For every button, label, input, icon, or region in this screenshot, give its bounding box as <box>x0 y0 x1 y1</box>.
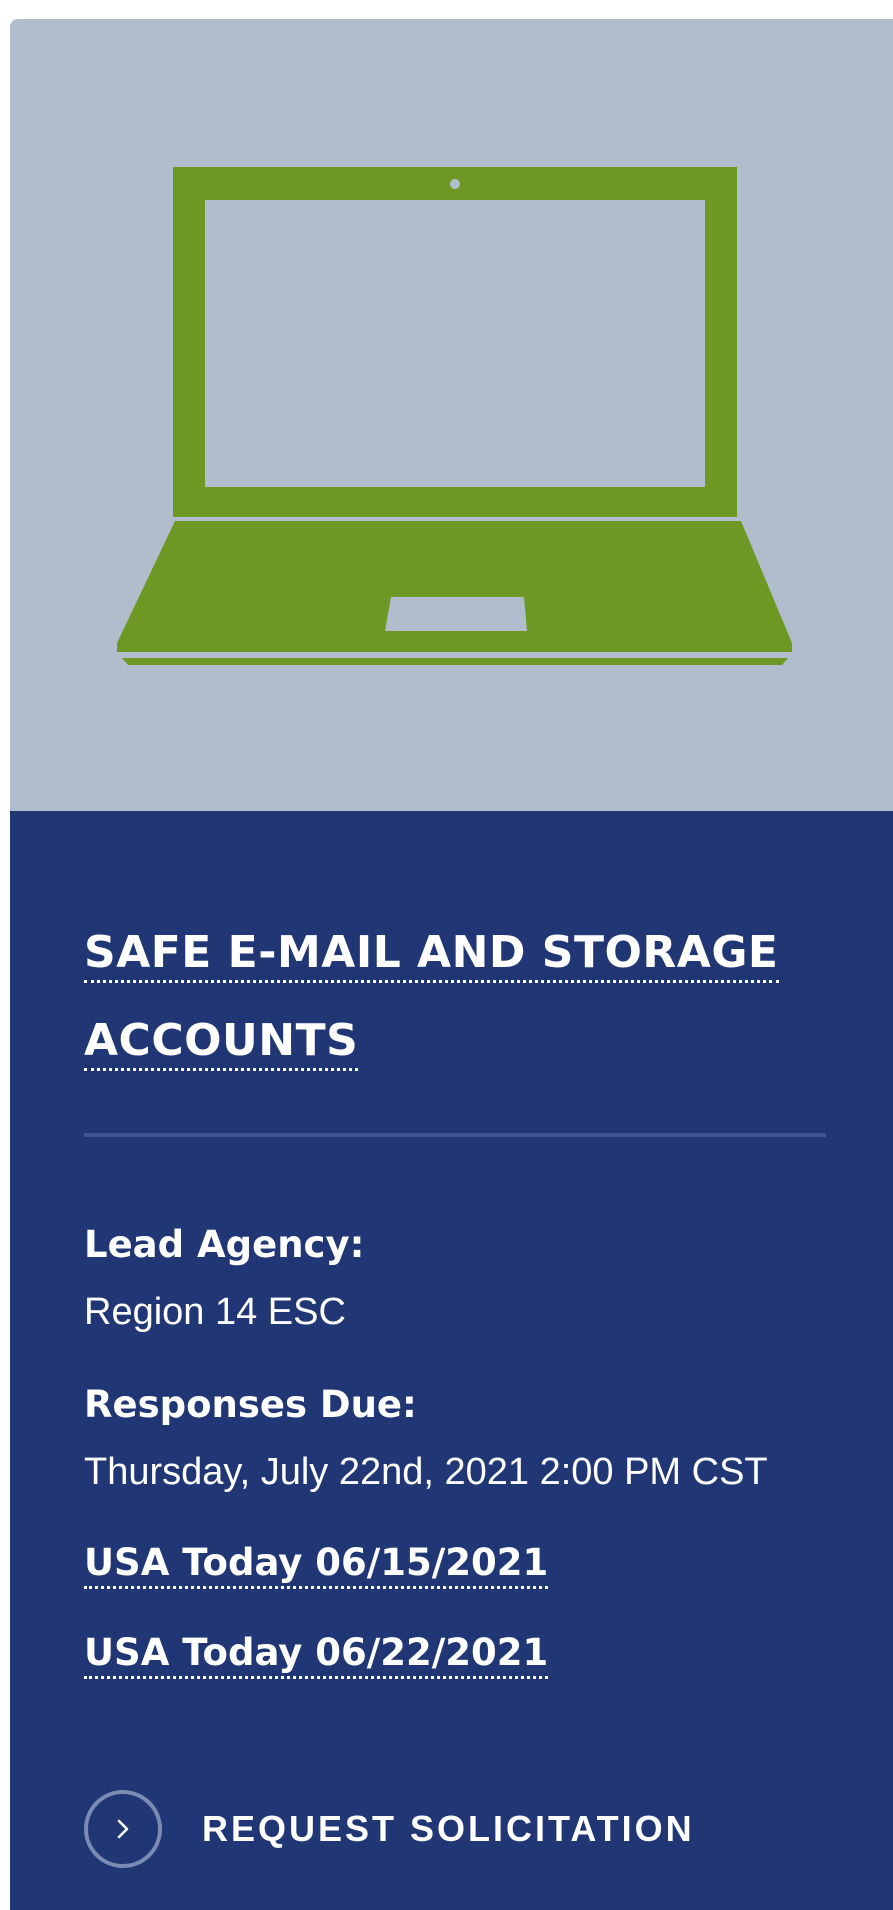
request-solicitation-button[interactable]: REQUEST SOLICITATION <box>84 1786 695 1872</box>
cta-circle <box>84 1790 162 1868</box>
chevron-right-icon <box>117 1819 129 1839</box>
lead-agency-value: Region 14 ESC <box>84 1291 346 1333</box>
request-solicitation-label: REQUEST SOLICITATION <box>202 1808 695 1849</box>
card-title: SAFE E-MAIL AND STORAGE ACCOUNTS <box>84 909 784 1085</box>
section-divider <box>84 1133 826 1137</box>
card-body: SAFE E-MAIL AND STORAGE ACCOUNTS Lead Ag… <box>10 811 893 1910</box>
card-title-line-2: ACCOUNTS <box>84 1015 359 1066</box>
solicitation-card: SAFE E-MAIL AND STORAGE ACCOUNTS Lead Ag… <box>10 19 893 1910</box>
responses-due-value: Thursday, July 22nd, 2021 2:00 PM CST <box>84 1451 768 1493</box>
lead-agency-label: Lead Agency: <box>84 1223 365 1266</box>
card-image <box>10 19 893 811</box>
responses-due-label: Responses Due: <box>84 1383 417 1426</box>
document-link-2[interactable]: USA Today 06/22/2021 <box>84 1631 549 1680</box>
document-link-1[interactable]: USA Today 06/15/2021 <box>84 1541 549 1590</box>
card-title-link-continued[interactable]: ACCOUNTS <box>84 1015 359 1071</box>
laptop-icon <box>117 167 792 665</box>
card-title-link[interactable]: SAFE E-MAIL AND STORAGE <box>84 927 779 983</box>
card-title-line-1: SAFE E-MAIL AND STORAGE <box>84 927 779 978</box>
